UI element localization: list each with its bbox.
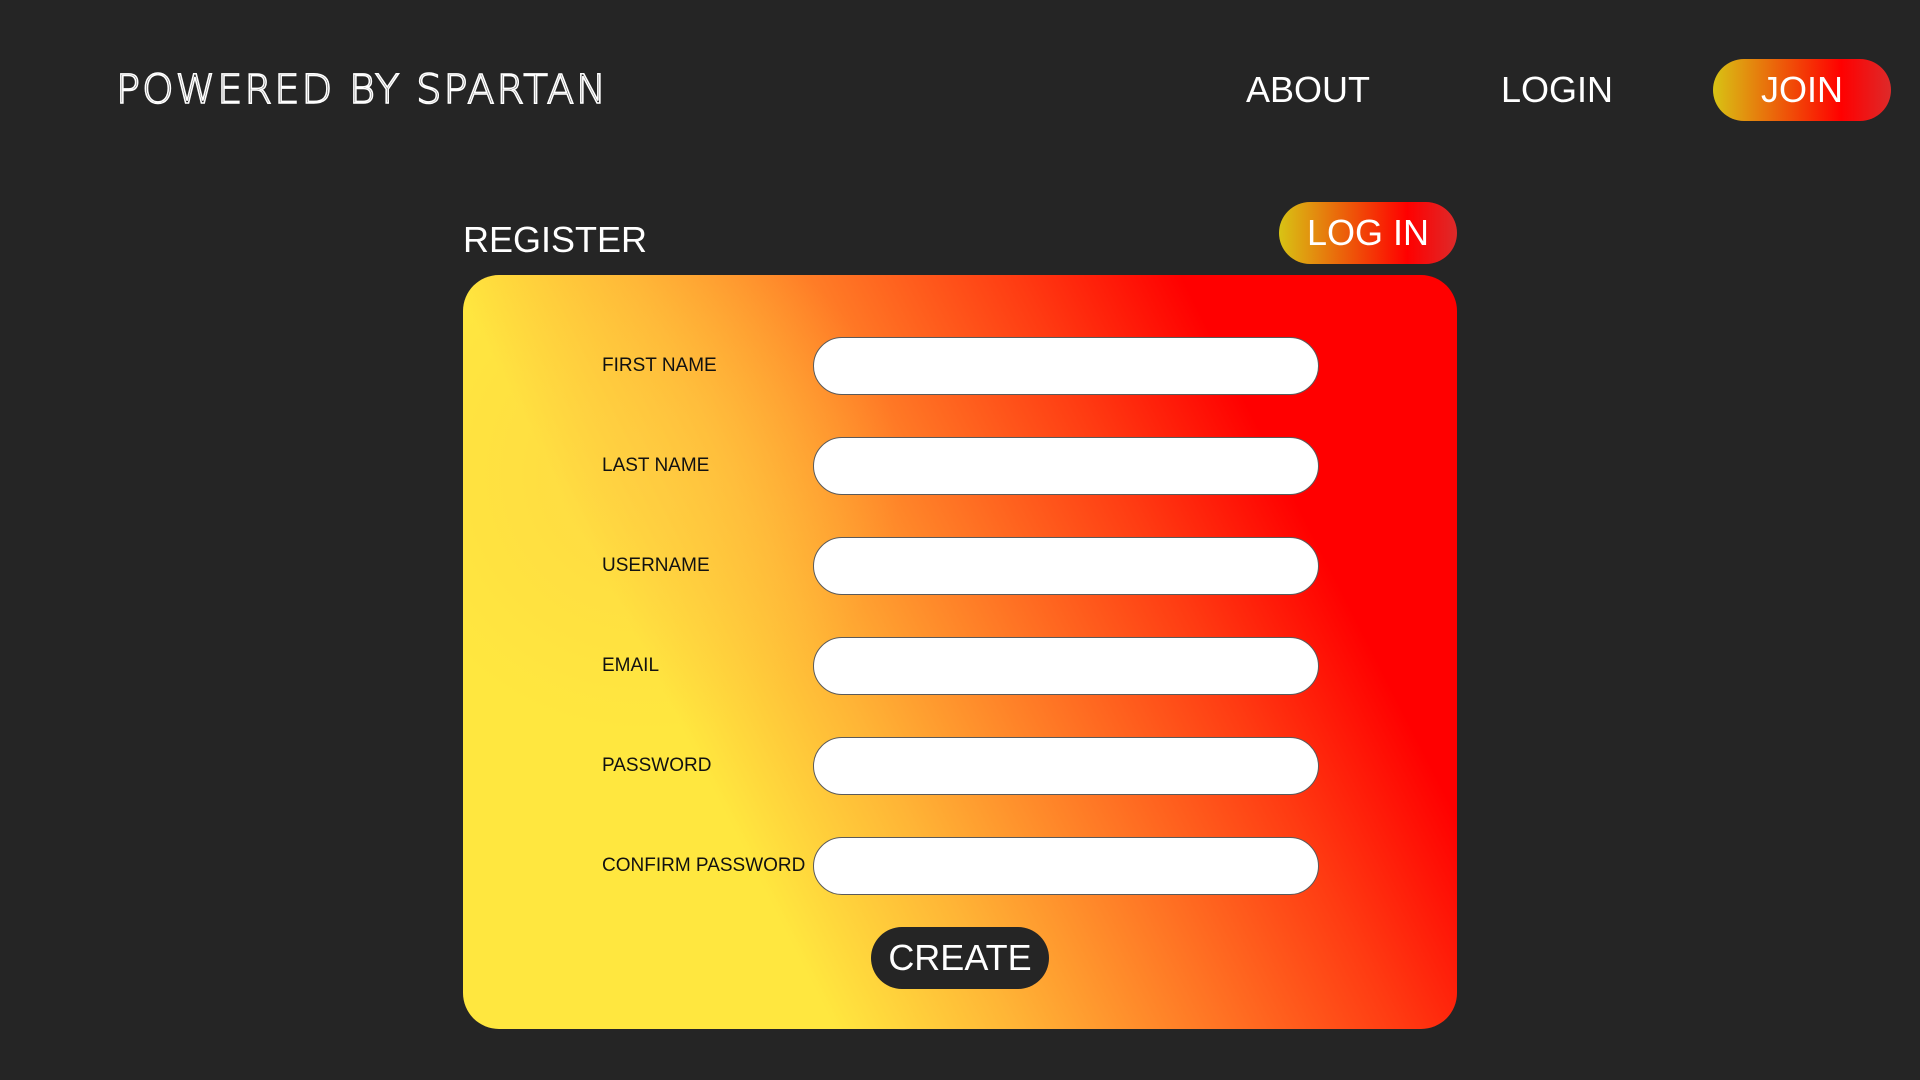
nav-login-link[interactable]: LOGIN	[1501, 66, 1613, 114]
last-name-label: LAST NAME	[602, 455, 710, 476]
confirm-password-label: CONFIRM PASSWORD	[602, 855, 806, 876]
first-name-input[interactable]	[813, 337, 1319, 395]
email-label: EMAIL	[602, 655, 660, 676]
last-name-input[interactable]	[813, 437, 1319, 495]
confirm-password-input[interactable]	[813, 837, 1319, 895]
username-input[interactable]	[813, 537, 1319, 595]
username-label: USERNAME	[602, 555, 710, 576]
email-row: EMAIL	[602, 637, 1319, 695]
first-name-row: FIRST NAME	[602, 337, 1319, 395]
create-button[interactable]: CREATE	[871, 927, 1049, 989]
nav-about-link[interactable]: ABOUT	[1246, 66, 1370, 114]
last-name-row: LAST NAME	[602, 437, 1319, 495]
join-button[interactable]: JOIN	[1713, 59, 1891, 121]
register-title: REGISTER	[463, 219, 648, 260]
password-input[interactable]	[813, 737, 1319, 795]
first-name-label: FIRST NAME	[602, 355, 717, 376]
username-row: USERNAME	[602, 537, 1319, 595]
register-page: POWERED BY SPARTAN ABOUT LOGIN JOIN REGI…	[0, 0, 1920, 1080]
register-form-card: FIRST NAME LAST NAME USERNAME EMAIL PASS…	[463, 275, 1457, 1029]
confirm-password-row: CONFIRM PASSWORD	[602, 837, 1319, 895]
email-input[interactable]	[813, 637, 1319, 695]
password-label: PASSWORD	[602, 755, 712, 776]
log-in-button[interactable]: LOG IN	[1279, 202, 1457, 264]
password-row: PASSWORD	[602, 737, 1319, 795]
brand-logo[interactable]: POWERED BY SPARTAN	[115, 64, 608, 116]
